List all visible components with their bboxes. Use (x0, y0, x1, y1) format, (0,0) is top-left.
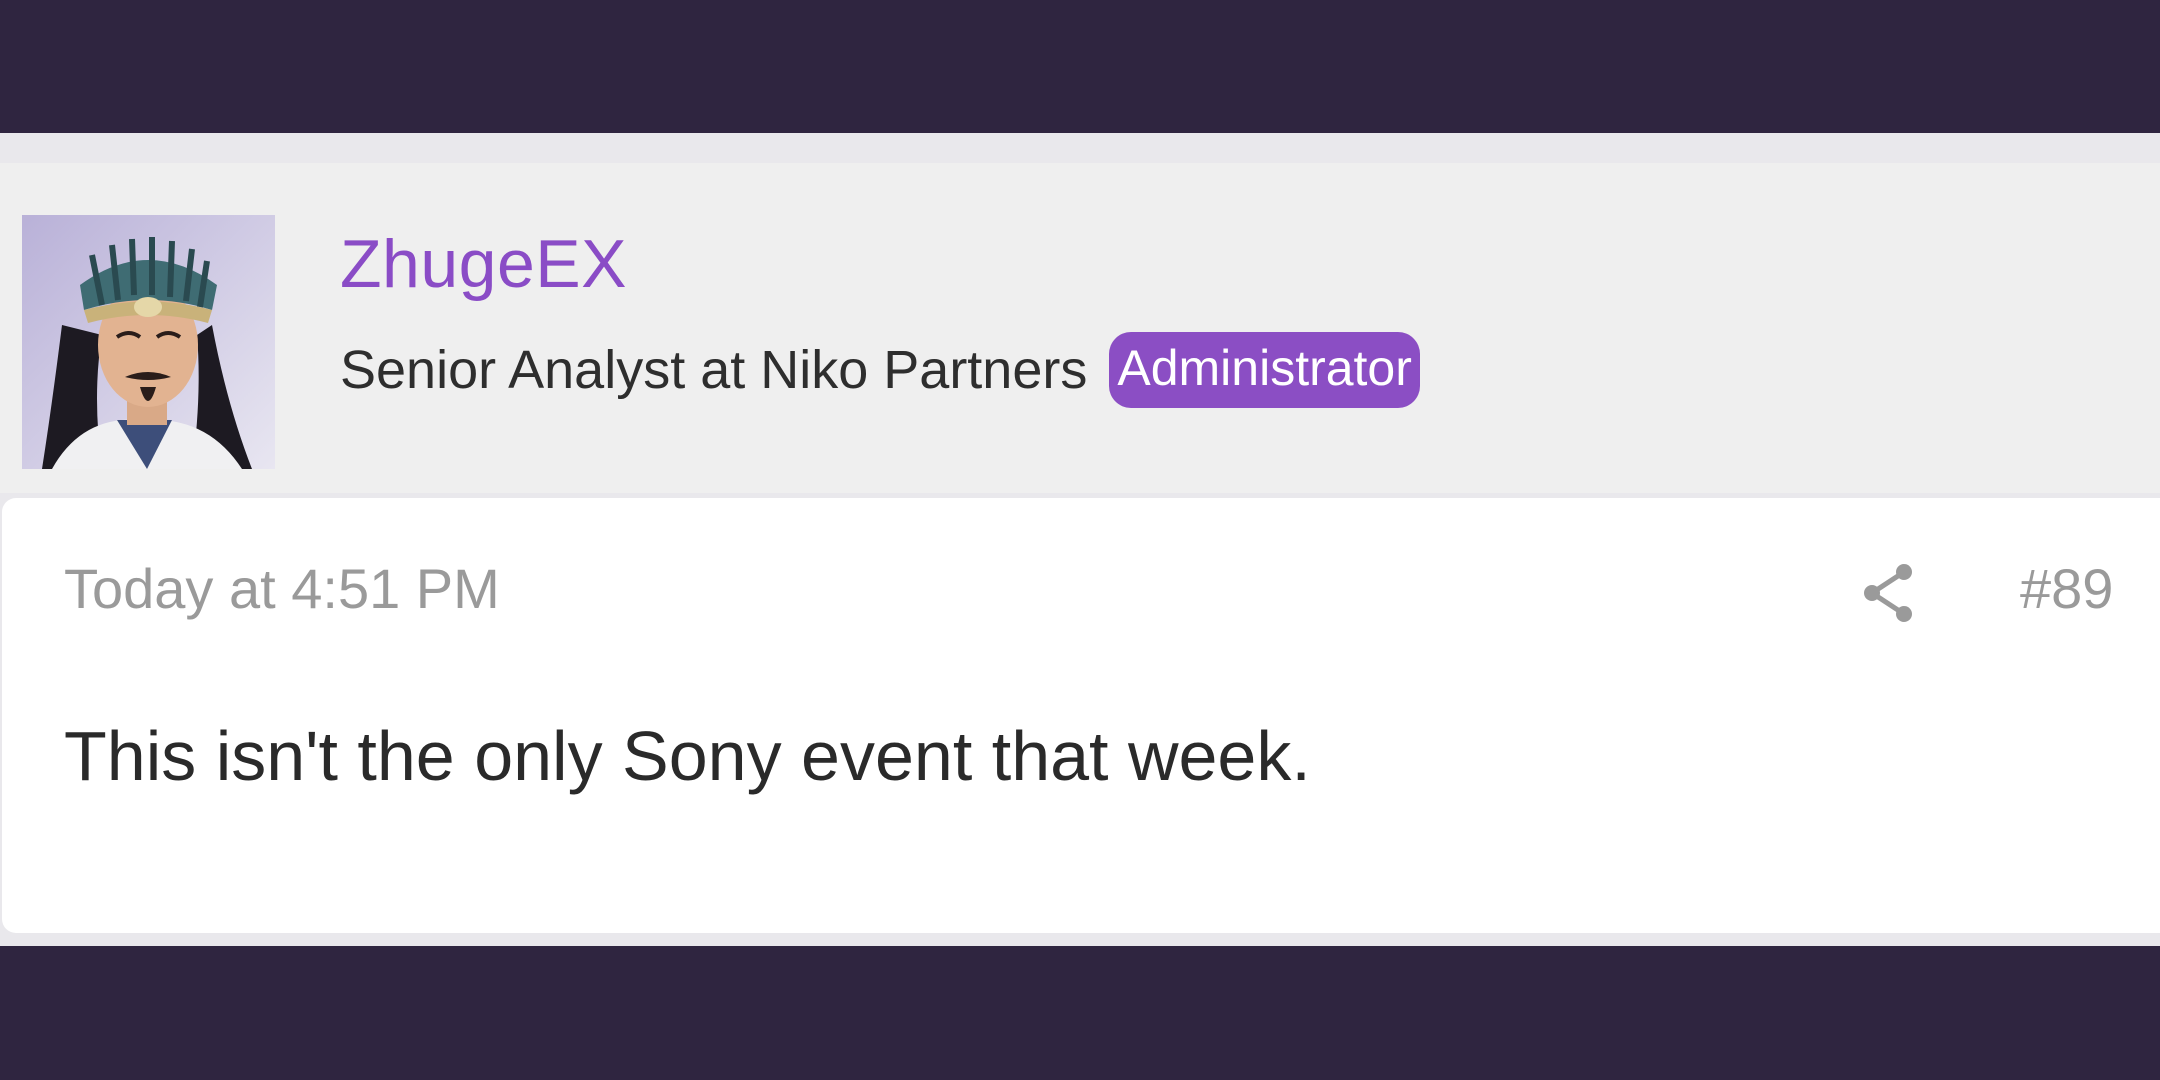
post-message: This isn't the only Sony event that week… (64, 717, 1311, 795)
author-title-row: Senior Analyst at Niko Partners Administ… (340, 325, 1420, 415)
screenshot-frame: ZhugeEX Senior Analyst at Niko Partners … (0, 0, 2160, 1080)
forum-post: ZhugeEX Senior Analyst at Niko Partners … (0, 133, 2160, 946)
post-timestamp[interactable]: Today at 4:51 PM (64, 556, 500, 621)
user-avatar[interactable] (22, 215, 275, 469)
role-badge: Administrator (1109, 332, 1420, 408)
post-author-header: ZhugeEX Senior Analyst at Niko Partners … (0, 163, 2160, 493)
author-username[interactable]: ZhugeEX (340, 225, 627, 303)
post-number-link[interactable]: #89 (2020, 556, 2113, 621)
share-icon[interactable] (1860, 562, 1916, 624)
author-title: Senior Analyst at Niko Partners (340, 340, 1088, 400)
top-dark-band (0, 0, 2160, 133)
avatar-portrait-icon (22, 215, 275, 469)
post-content: Today at 4:51 PM #89 This isn't the only… (2, 498, 2160, 933)
bottom-dark-band (0, 946, 2160, 1080)
